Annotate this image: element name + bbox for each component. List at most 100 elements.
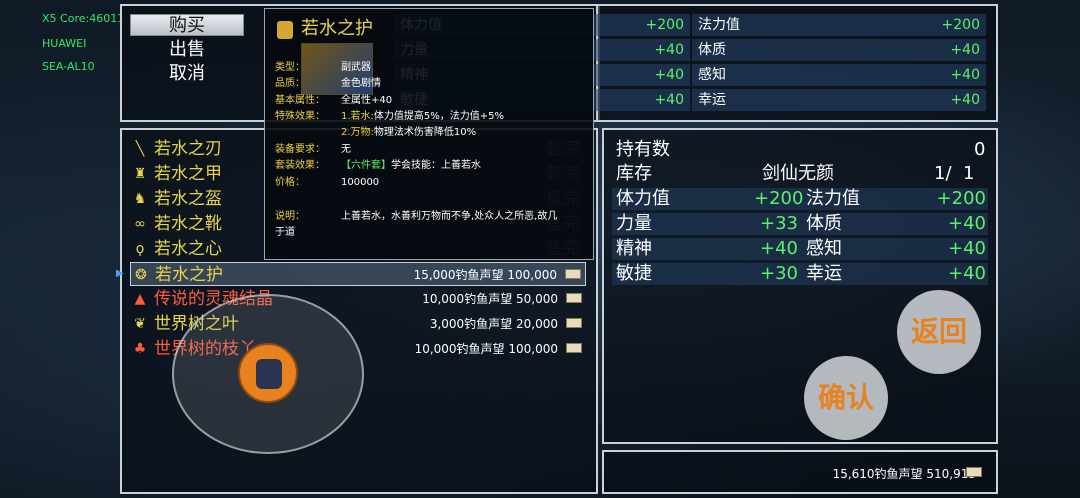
top-stat-row: 法力值 +200 [692,14,986,36]
stock-value: 1/ 1 [934,163,975,184]
owned-label: 持有数 [616,139,670,160]
wallet-balance: 15,610钓鱼声望 510,915 [832,467,976,481]
special-1-desc: 体力值提高5%，法力值+5% [373,111,505,122]
cancel-button[interactable]: 取消 [130,63,244,85]
stock-hero-name: 剑仙无颜 [762,163,834,184]
crystal-icon: ▲ [134,291,146,307]
info-stat-value: +40 [948,238,986,259]
info-stat-value: +200 [754,188,804,209]
item-tooltip: 若水之护 类型： 副武器 品质： 金色剧情 基本属性： 全属性+40 特殊效果：… [264,8,594,260]
info-stat-label: 感知 [806,238,842,259]
necklace-icon: ϙ [135,241,145,257]
stat-value: +40 [654,42,684,58]
quality-key: 品质： [275,78,305,89]
item-name: 若水之护 [155,265,223,285]
currency-icon [966,467,982,477]
requirement-key: 装备要求： [275,144,325,155]
item-name: 若水之盔 [154,189,222,209]
special-key: 特殊效果： [275,111,325,122]
currency-icon [566,293,582,303]
tooltip-title: 若水之护 [301,18,373,39]
tooltip-shield-icon [277,21,293,39]
special-2-desc: 物理法术伤害降低10% [373,127,477,138]
info-stat-value: +33 [760,213,798,234]
stat-value: +40 [950,67,980,83]
item-price: 10,000钓鱼声望 100,000 [414,342,558,356]
shop-list-item[interactable]: ❂ 若水之护 15,000钓鱼声望 100,000 [130,262,586,286]
desc-line-2: 于道 [275,227,295,238]
sword-icon: ╲ [135,141,145,157]
top-stat-row: 感知 +40 [692,64,986,86]
top-stat-row: 体质 +40 [692,39,986,61]
special-effect-2: 2.万物:物理法术伤害降低10% [341,126,476,140]
item-price: 10,000钓鱼声望 50,000 [422,292,558,306]
device-model-label: SEA-AL10 [42,60,95,73]
item-name: 若水之靴 [154,214,222,234]
stat-label: 幸运 [698,92,726,108]
base-value: 全属性+40 [341,95,393,106]
item-price: 15,000钓鱼声望 100,000 [413,268,557,282]
quality-value: 金色剧情 [341,78,381,89]
type-key: 类型： [275,62,305,73]
type-value: 副武器 [341,62,371,73]
desc-key: 说明： [275,211,305,222]
info-stat-value: +40 [948,213,986,234]
stat-value: +40 [950,42,980,58]
currency-icon [566,318,582,328]
set-key: 套装效果： [275,160,325,171]
device-brand-label: HUAWEI [42,37,87,50]
info-stat-value: +30 [760,263,798,284]
item-name: 若水之刃 [154,139,222,159]
item-name: 若水之心 [154,239,222,259]
stat-value: +200 [941,17,980,33]
sell-button[interactable]: 出售 [130,39,244,61]
selection-cursor-icon: ▶ [116,268,124,279]
info-stat-value: +40 [948,263,986,284]
stat-value: +200 [645,17,684,33]
currency-icon [565,269,581,279]
requirement-value: 无 [341,144,351,155]
stat-value: +40 [654,92,684,108]
info-stat-label: 幸运 [806,263,842,284]
owned-value: 0 [974,139,986,160]
stat-value: +40 [950,92,980,108]
armor-icon: ♜ [133,166,147,182]
item-name: 若水之甲 [154,164,222,184]
price-key: 价格： [275,177,305,188]
shield-icon: ❂ [135,267,147,283]
top-stat-row: 幸运 +40 [692,89,986,111]
stat-value: +40 [654,67,684,83]
set-effect: 【六件套】学会技能：上善若水 [341,159,481,173]
special-2-name: 2.万物: [341,127,374,138]
device-core-label: X5 Core:46011 [42,12,125,25]
back-button[interactable]: 返回 [897,290,981,374]
leaf-icon: ❦ [134,316,146,332]
joystick-knob[interactable] [238,343,298,403]
info-stat-value: +200 [936,188,986,209]
item-price: 3,000钓鱼声望 20,000 [429,317,558,331]
price-value: 100000 [341,177,380,188]
stock-label: 库存 [616,163,652,184]
currency-icon [566,343,582,353]
stat-label: 法力值 [698,17,740,33]
info-stat-label: 敏捷 [616,263,652,284]
shop-list-item[interactable]: ▲ 传说的灵魂结晶 10,000钓鱼声望 50,000 [130,287,586,311]
clover-icon: ♣ [133,341,147,357]
stat-label: 感知 [698,67,726,83]
set-tag: 【六件套】 [341,160,391,171]
info-stat-label: 体力值 [616,188,670,209]
info-stat-label: 法力值 [806,188,860,209]
helmet-icon: ♞ [133,191,147,207]
desc-line-1: 上善若水，水善利万物而不争,处众人之所恶,故几 [341,211,558,222]
info-stat-label: 精神 [616,238,652,259]
info-stat-value: +40 [760,238,798,259]
special-1-name: 1.若水: [341,111,374,122]
boots-icon: ∞ [134,216,146,232]
set-desc: 学会技能：上善若水 [391,160,481,171]
stat-label: 体质 [698,42,726,58]
buy-button[interactable]: 购买 [130,14,244,36]
confirm-button[interactable]: 确认 [804,356,888,440]
info-stat-label: 力量 [616,213,652,234]
special-effect-1: 1.若水:体力值提高5%，法力值+5% [341,110,504,124]
player-character-icon [256,359,282,389]
